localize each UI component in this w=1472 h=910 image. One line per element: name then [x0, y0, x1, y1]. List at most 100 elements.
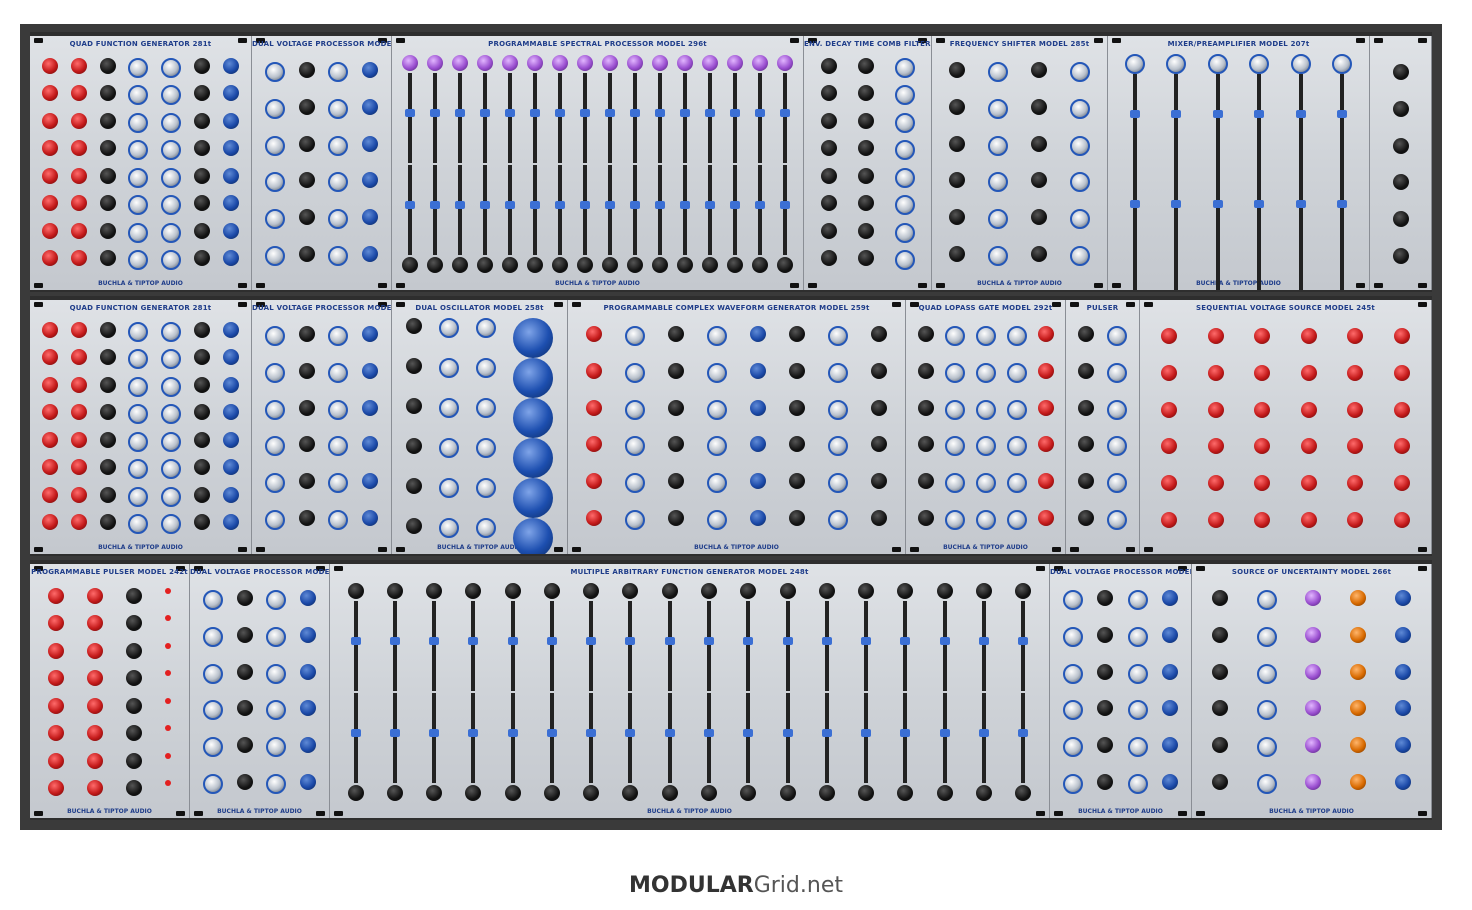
patch-jack[interactable] — [71, 431, 88, 448]
patch-jack[interactable] — [789, 509, 806, 526]
patch-jack[interactable] — [1015, 785, 1032, 801]
module-source-of-uncertainty[interactable]: SOURCE OF UNCERTAINTY MODEL 266t BUCHLA &… — [1192, 564, 1432, 818]
fader[interactable] — [580, 165, 591, 255]
knob[interactable] — [264, 135, 285, 156]
fader[interactable] — [654, 165, 665, 255]
knob[interactable] — [1256, 773, 1277, 794]
knob[interactable] — [475, 478, 496, 498]
patch-jack[interactable] — [1078, 326, 1095, 343]
patch-jack[interactable] — [1300, 438, 1317, 455]
fader[interactable] — [546, 601, 557, 691]
patch-jack[interactable] — [99, 195, 116, 212]
knob[interactable] — [944, 472, 965, 493]
fader[interactable] — [939, 601, 950, 691]
patch-jack[interactable] — [789, 436, 806, 453]
patch-jack[interactable] — [820, 222, 837, 239]
patch-jack[interactable] — [465, 785, 482, 801]
patch-jack[interactable] — [667, 436, 684, 453]
fader[interactable] — [1337, 74, 1348, 164]
fader[interactable] — [729, 73, 740, 163]
patch-jack[interactable] — [1394, 773, 1411, 790]
patch-jack[interactable] — [1393, 328, 1410, 345]
patch-jack[interactable] — [1037, 472, 1054, 489]
patch-jack[interactable] — [298, 326, 315, 343]
fader[interactable] — [429, 693, 440, 783]
patch-jack[interactable] — [701, 785, 718, 801]
patch-jack[interactable] — [1392, 137, 1409, 154]
knob[interactable] — [264, 472, 285, 493]
fader[interactable] — [978, 693, 989, 783]
module-preamp-extension[interactable] — [1370, 36, 1432, 290]
knob[interactable] — [202, 736, 223, 757]
patch-jack[interactable] — [1350, 590, 1367, 607]
patch-jack[interactable] — [42, 321, 59, 338]
knob[interactable] — [944, 436, 965, 457]
patch-jack[interactable] — [871, 326, 888, 343]
patch-jack[interactable] — [585, 362, 602, 379]
fader[interactable] — [580, 73, 591, 163]
patch-jack[interactable] — [236, 736, 253, 753]
patch-jack[interactable] — [1097, 736, 1114, 753]
knob[interactable] — [439, 518, 460, 538]
knob[interactable] — [1127, 736, 1148, 757]
patch-jack[interactable] — [300, 626, 317, 643]
module-arbitrary-function-generator[interactable]: MULTIPLE ARBITRARY FUNCTION GENERATOR MO… — [330, 564, 1050, 818]
fader[interactable] — [782, 693, 793, 783]
patch-jack[interactable] — [820, 167, 837, 184]
patch-jack[interactable] — [42, 167, 59, 184]
patch-jack[interactable] — [193, 404, 210, 421]
fader[interactable] — [1337, 164, 1348, 254]
patch-jack[interactable] — [857, 167, 874, 184]
knob[interactable] — [266, 700, 287, 721]
patch-jack[interactable] — [236, 590, 253, 607]
knob[interactable] — [1256, 736, 1277, 757]
patch-jack[interactable] — [86, 670, 103, 687]
patch-jack[interactable] — [726, 257, 743, 273]
patch-jack[interactable] — [222, 404, 239, 421]
patch-jack[interactable] — [1161, 773, 1178, 790]
fader[interactable] — [604, 73, 615, 163]
knob[interactable] — [328, 98, 349, 119]
fader[interactable] — [507, 601, 518, 691]
patch-jack[interactable] — [222, 140, 239, 157]
knob[interactable] — [828, 472, 849, 493]
knob[interactable] — [1106, 326, 1127, 347]
patch-jack[interactable] — [1300, 328, 1317, 345]
knob[interactable] — [202, 590, 223, 611]
patch-jack[interactable] — [871, 362, 888, 379]
patch-jack[interactable] — [949, 98, 966, 115]
patch-jack[interactable] — [1347, 474, 1364, 491]
patch-jack[interactable] — [71, 514, 88, 531]
fader[interactable] — [978, 601, 989, 691]
patch-jack[interactable] — [222, 167, 239, 184]
patch-jack[interactable] — [86, 752, 103, 769]
patch-jack[interactable] — [347, 785, 364, 801]
knob[interactable] — [161, 140, 182, 161]
knob[interactable] — [161, 431, 182, 452]
patch-jack[interactable] — [222, 321, 239, 338]
knob[interactable] — [1006, 362, 1027, 383]
knob[interactable] — [1063, 773, 1084, 794]
knob[interactable] — [128, 404, 149, 425]
fader[interactable] — [1129, 164, 1140, 254]
knob[interactable] — [1127, 663, 1148, 684]
patch-jack[interactable] — [504, 785, 521, 801]
fader[interactable] — [455, 73, 466, 163]
large-knob[interactable] — [512, 318, 553, 358]
knob[interactable] — [1106, 436, 1127, 457]
patch-jack[interactable] — [857, 195, 874, 212]
patch-jack[interactable] — [676, 55, 693, 71]
patch-jack[interactable] — [871, 509, 888, 526]
patch-jack[interactable] — [1212, 736, 1229, 753]
knob[interactable] — [975, 399, 996, 420]
knob[interactable] — [1106, 509, 1127, 530]
patch-jack[interactable] — [300, 700, 317, 717]
patch-jack[interactable] — [789, 399, 806, 416]
patch-jack[interactable] — [1030, 62, 1047, 79]
patch-jack[interactable] — [193, 222, 210, 239]
knob[interactable] — [624, 472, 645, 493]
patch-jack[interactable] — [1212, 626, 1229, 643]
patch-jack[interactable] — [857, 112, 874, 129]
patch-jack[interactable] — [298, 362, 315, 379]
module-quad-function-generator[interactable]: QUAD FUNCTION GENERATOR 281t BUCHLA & TIP… — [30, 300, 252, 554]
